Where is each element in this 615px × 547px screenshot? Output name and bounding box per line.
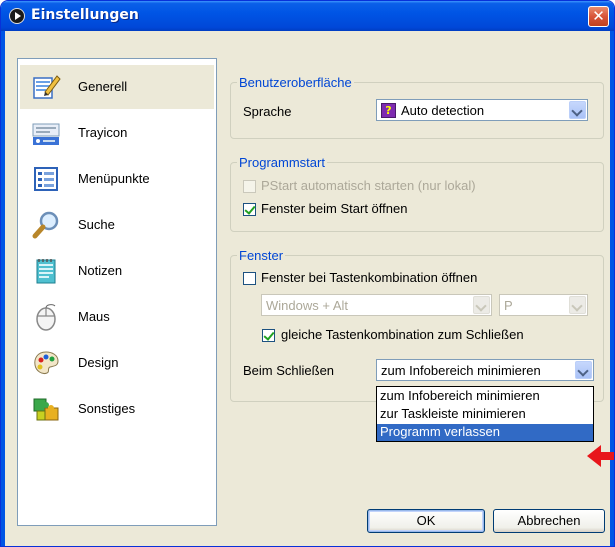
same-hotkey-checkbox[interactable]: [262, 329, 275, 342]
sidebar-item-label: Sonstiges: [78, 401, 136, 416]
menu-list-icon: [30, 163, 62, 195]
on-close-dropdown-list: zum Infobereich minimieren zur Taskleist…: [376, 386, 594, 442]
on-close-select[interactable]: zum Infobereich minimieren: [376, 359, 594, 381]
open-on-start-label: Fenster beim Start öffnen: [261, 201, 408, 216]
chevron-down-icon[interactable]: [473, 296, 490, 314]
sidebar-item-label: Design: [78, 355, 119, 370]
group-title: Programmstart: [237, 155, 327, 170]
annotation-arrow-icon: [587, 445, 614, 467]
autostart-checkbox[interactable]: [243, 180, 256, 193]
chevron-down-icon[interactable]: [569, 101, 586, 119]
sidebar-item-sonstiges[interactable]: Sonstiges: [20, 387, 214, 431]
sidebar-item-label: Notizen: [78, 263, 123, 278]
modifier-value: Windows + Alt: [266, 298, 349, 313]
key-value: P: [504, 298, 513, 313]
window-frame-left: [1, 31, 5, 546]
sidebar-item-label: Maus: [78, 309, 110, 324]
dropdown-option[interactable]: zur Taskleiste minimieren: [377, 406, 593, 423]
group-startup: Programmstart: [230, 155, 604, 232]
sidebar-item-maus[interactable]: Maus: [20, 295, 214, 339]
language-value: Auto detection: [401, 103, 485, 118]
close-button[interactable]: ✕: [588, 6, 609, 27]
sidebar-item-label: Menüpunkte: [78, 171, 150, 186]
group-title: Benutzeroberfläche: [237, 75, 354, 90]
notepad-icon: [30, 255, 62, 287]
autostart-label: PStart automatisch starten (nur lokal): [261, 178, 476, 193]
sidebar-item-menuepunkte[interactable]: Menüpunkte: [20, 157, 214, 201]
language-label: Sprache: [243, 104, 292, 119]
group-title: Fenster: [237, 248, 286, 263]
app-play-icon: [9, 8, 25, 24]
settings-sidebar: Generell Trayicon Menüpunkte Suche Notiz…: [17, 58, 217, 526]
ok-button[interactable]: OK: [367, 509, 485, 533]
magnifier-icon: [30, 209, 62, 241]
cancel-button[interactable]: Abbrechen: [493, 509, 605, 533]
dropdown-option-highlighted[interactable]: Programm verlassen: [377, 424, 593, 441]
language-select[interactable]: ? Auto detection: [376, 99, 588, 121]
sidebar-item-label: Suche: [78, 217, 115, 232]
dropdown-option[interactable]: zum Infobereich minimieren: [377, 388, 593, 405]
key-select[interactable]: P: [499, 294, 588, 316]
tray-icon: [30, 117, 62, 149]
settings-window: Einstellungen ✕ Generell Trayicon Menüpu…: [0, 0, 615, 547]
title-bar[interactable]: Einstellungen ✕: [1, 1, 614, 31]
sidebar-item-trayicon[interactable]: Trayicon: [20, 111, 214, 155]
sidebar-item-label: Generell: [78, 79, 128, 94]
sidebar-item-label: Trayicon: [78, 125, 128, 140]
palette-icon: [30, 347, 62, 379]
on-close-value: zum Infobereich minimieren: [381, 363, 541, 378]
puzzle-icon: [30, 393, 62, 425]
sidebar-item-design[interactable]: Design: [20, 341, 214, 385]
mouse-icon: [30, 301, 62, 333]
on-close-label: Beim Schließen: [243, 363, 335, 378]
help-flag-icon: ?: [381, 103, 396, 118]
sidebar-item-generell[interactable]: Generell: [20, 65, 214, 109]
pencil-document-icon: [30, 71, 62, 103]
open-on-start-checkbox[interactable]: [243, 203, 256, 216]
same-hotkey-label: gleiche Tastenkombination zum Schließen: [281, 327, 524, 342]
hotkey-label: Fenster bei Tastenkombination öffnen: [261, 270, 478, 285]
modifier-select[interactable]: Windows + Alt: [261, 294, 492, 316]
sidebar-item-notizen[interactable]: Notizen: [20, 249, 214, 293]
chevron-down-icon[interactable]: [575, 361, 592, 379]
chevron-down-icon[interactable]: [569, 296, 586, 314]
hotkey-checkbox[interactable]: [243, 272, 256, 285]
window-title: Einstellungen: [31, 7, 139, 23]
sidebar-item-suche[interactable]: Suche: [20, 203, 214, 247]
